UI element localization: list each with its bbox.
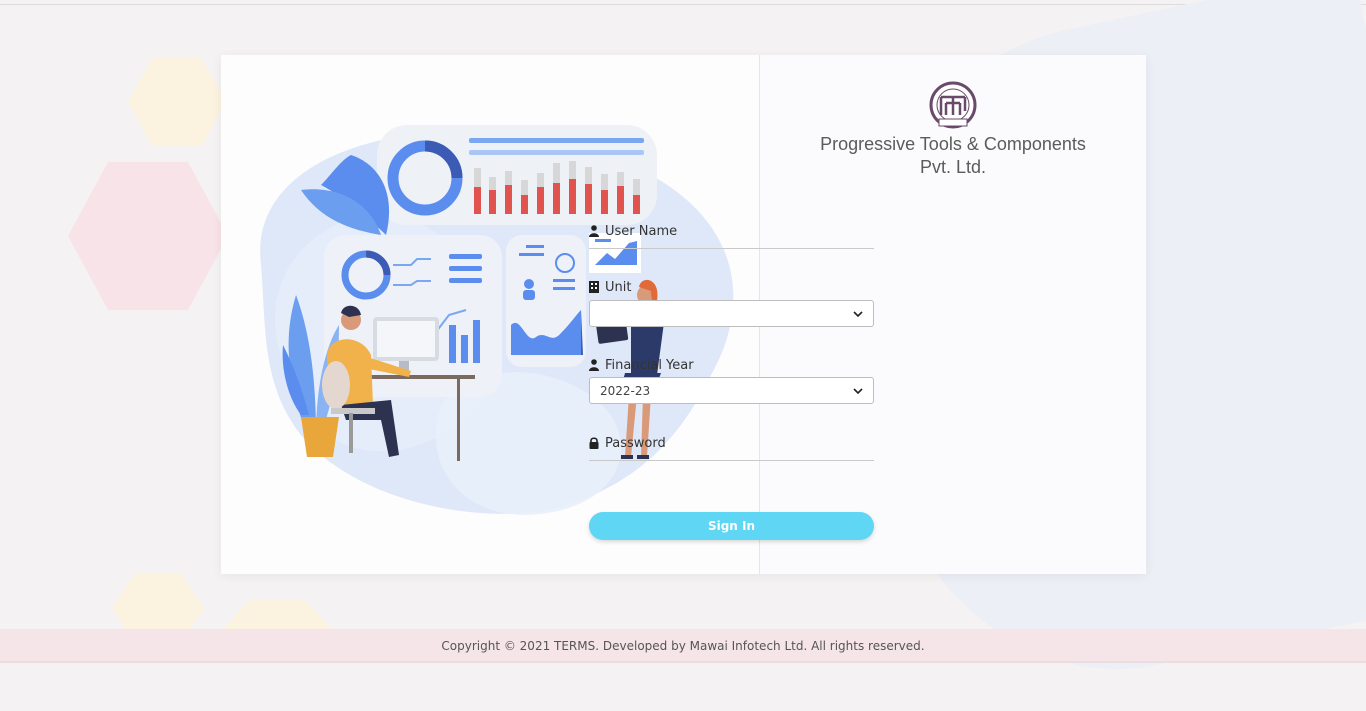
unit-select[interactable] bbox=[589, 300, 874, 327]
user-icon bbox=[589, 225, 599, 237]
password-input[interactable] bbox=[589, 460, 874, 461]
username-field[interactable]: User Name bbox=[589, 222, 874, 249]
decorative-hexagon bbox=[128, 58, 226, 146]
building-icon bbox=[589, 281, 599, 293]
unit-label: Unit bbox=[589, 278, 874, 296]
password-label: Password bbox=[589, 434, 874, 452]
financial-year-label: Financial Year bbox=[589, 356, 874, 374]
sign-in-button[interactable]: Sign In bbox=[589, 512, 874, 540]
chevron-down-icon bbox=[853, 387, 863, 394]
username-input[interactable] bbox=[589, 248, 874, 249]
top-border bbox=[0, 4, 1366, 5]
company-name-line2: Pvt. Ltd. bbox=[919, 157, 987, 177]
footer-copyright: Copyright © 2021 TERMS. Developed by Maw… bbox=[441, 639, 925, 653]
username-label: User Name bbox=[589, 222, 874, 240]
financial-year-select[interactable]: 2022-23 bbox=[589, 377, 874, 404]
password-field[interactable]: Password bbox=[589, 434, 874, 461]
unit-field: Unit bbox=[589, 278, 874, 327]
decorative-hexagon bbox=[68, 162, 228, 310]
financial-year-value: 2022-23 bbox=[600, 383, 651, 398]
company-name: Progressive Tools & Components Pvt. Ltd. bbox=[760, 133, 1146, 179]
financial-year-field: Financial Year 2022-23 bbox=[589, 356, 874, 404]
ptc-precision-logo bbox=[929, 81, 977, 129]
company-name-line1: Progressive Tools & Components bbox=[820, 134, 1086, 154]
lock-icon bbox=[589, 437, 599, 449]
user-icon bbox=[589, 359, 599, 371]
footer: Copyright © 2021 TERMS. Developed by Maw… bbox=[0, 629, 1366, 663]
chevron-down-icon bbox=[853, 310, 863, 317]
